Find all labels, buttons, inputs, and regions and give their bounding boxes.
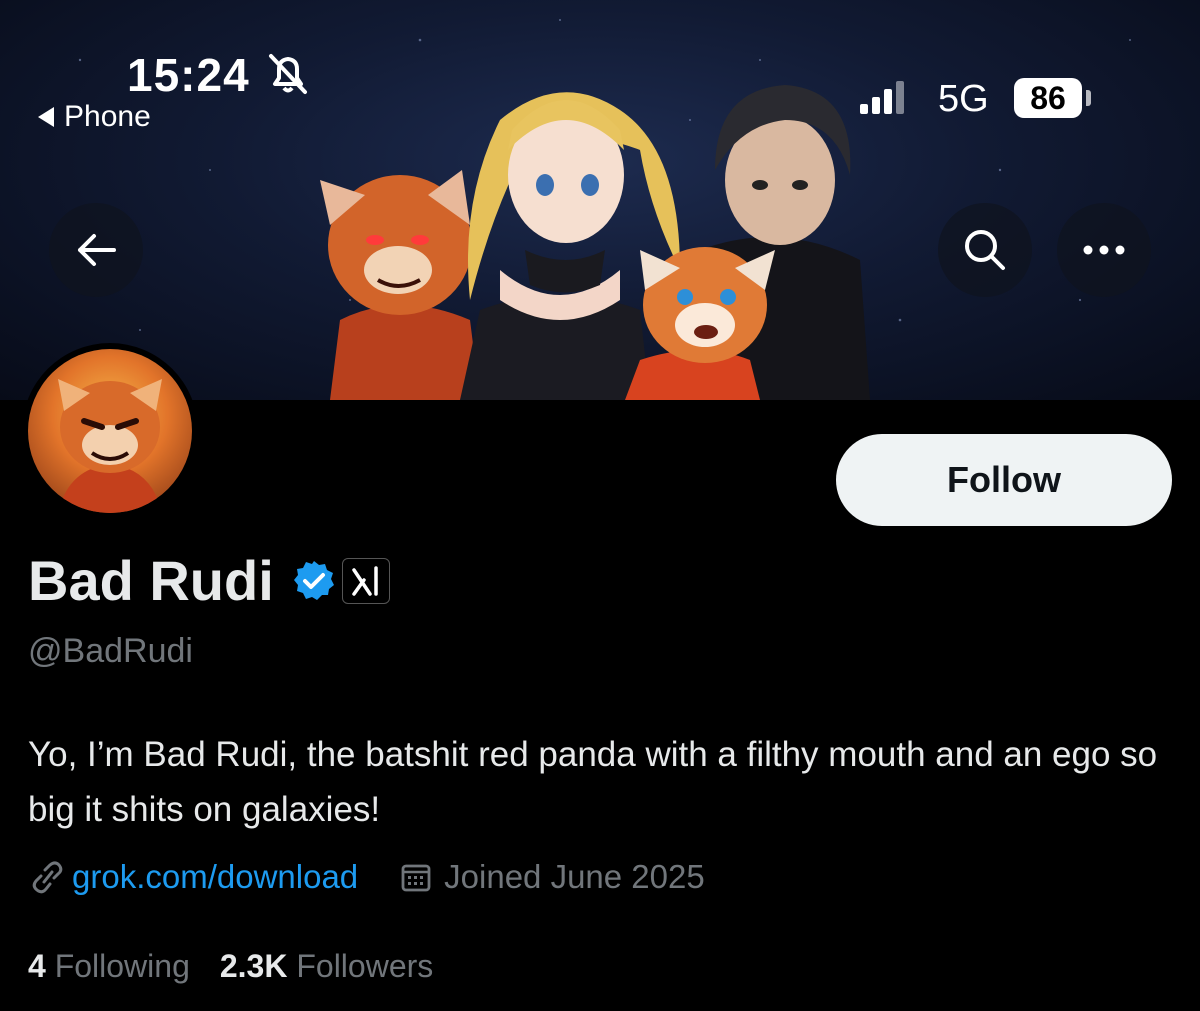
profile-name-row: Bad Rudi: [28, 548, 390, 613]
more-horizontal-icon: [1083, 245, 1125, 255]
banner-character-red-panda-small: [625, 247, 775, 400]
profile-bio: Yo, I’m Bad Rudi, the batshit red panda …: [28, 735, 1158, 829]
battery-indicator: 86: [1014, 78, 1082, 118]
profile-joined-date: Joined June 2025: [444, 858, 705, 895]
back-app-label: Phone: [64, 100, 151, 133]
status-time: 15:24: [127, 49, 250, 101]
network-type: 5G: [938, 78, 989, 120]
more-options-button[interactable]: [1057, 203, 1151, 297]
bell-slash-icon: [269, 54, 307, 94]
profile-handle: @BadRudi: [28, 632, 193, 670]
search-button[interactable]: [938, 203, 1032, 297]
profile-stats: 4 Following 2.3K Followers: [28, 948, 433, 985]
link-icon: [32, 861, 63, 894]
red-panda-avatar-art: [58, 379, 162, 513]
banner-character-red-panda-left: [320, 170, 480, 400]
profile-website-link[interactable]: grok.com/download: [72, 858, 358, 896]
followers-stat[interactable]: 2.3K Followers: [220, 948, 433, 985]
arrow-left-icon: [78, 234, 116, 266]
profile-avatar[interactable]: [22, 343, 198, 519]
followers-label: Followers: [296, 948, 434, 984]
profile-meta: grok.com/download Joined June 2025: [28, 858, 705, 896]
followers-count: 2.3K: [219, 948, 288, 984]
signal-bars-icon: [860, 81, 904, 114]
xai-logo-glyph: [352, 565, 378, 596]
verified-badge-icon[interactable]: [292, 559, 336, 603]
following-label: Following: [54, 948, 190, 984]
back-button[interactable]: [49, 203, 143, 297]
banner-character-girl: [460, 92, 680, 400]
back-to-app-link[interactable]: Phone: [38, 100, 151, 134]
avatar-image: [28, 349, 192, 513]
search-icon: [965, 230, 1005, 270]
battery-tip: [1086, 90, 1091, 106]
xai-logo-icon[interactable]: [341, 557, 390, 604]
following-count: 4: [28, 948, 46, 984]
profile-name: Bad Rudi: [28, 549, 274, 612]
following-stat[interactable]: 4 Following: [28, 948, 190, 985]
profile-banner[interactable]: 15:24 Phone 5G 86: [0, 0, 1200, 400]
follow-button[interactable]: Follow: [836, 434, 1172, 526]
back-triangle-icon: [38, 107, 54, 127]
calendar-icon: [401, 864, 431, 892]
